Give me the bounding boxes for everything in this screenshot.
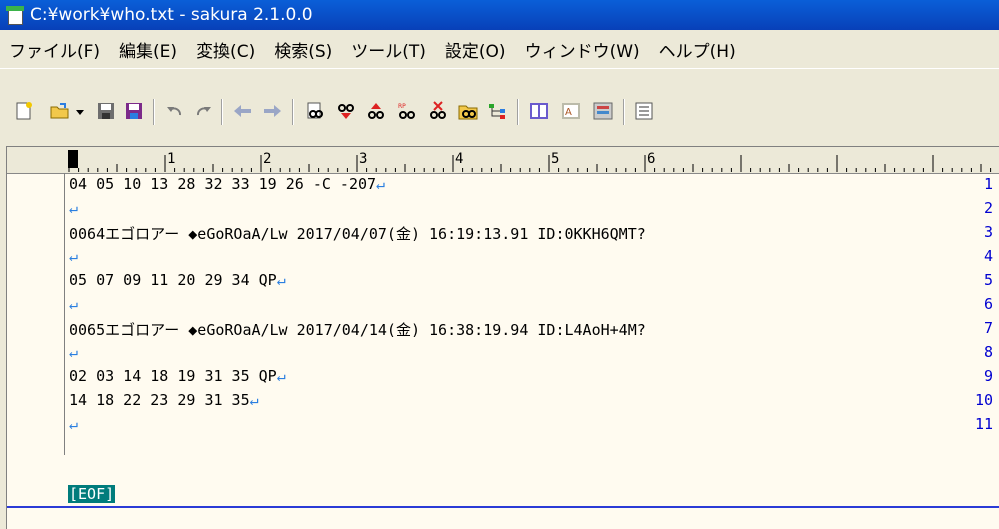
ruler-ticks: 1 2 3 4 5 6	[68, 151, 992, 172]
text-cursor	[68, 150, 78, 168]
save-icon[interactable]	[96, 101, 116, 121]
line-number: 2	[983, 199, 993, 217]
menu-edit[interactable]: 編集(E)	[109, 37, 186, 62]
text-line[interactable]: 0065エゴロアー ◆eGoROaA/Lw 2017/04/14(金) 16:3…	[69, 319, 646, 340]
properties-icon[interactable]	[634, 101, 654, 121]
ruler-label: 1	[167, 151, 175, 167]
line-number: 3	[983, 223, 993, 241]
compare-icon[interactable]	[529, 101, 549, 121]
line-text: 0065エゴロアー ◆eGoROaA/Lw 2017/04/14(金) 16:3…	[69, 321, 646, 339]
line-number: 5	[983, 271, 993, 289]
line-number: 1	[983, 175, 993, 193]
menu-bar: ファイル(F) 編集(E) 変換(C) 検索(S) ツール(T) 設定(O) ウ…	[0, 30, 999, 68]
gutter-divider	[64, 173, 65, 455]
menu-search[interactable]: 検索(S)	[264, 37, 341, 62]
newline-mark-icon: ↵	[276, 367, 286, 385]
toolbar-separator	[623, 99, 625, 125]
text-line[interactable]: 04 05 10 13 28 32 33 19 26 -C -207↵	[69, 175, 385, 193]
dropdown-arrow-icon[interactable]	[74, 101, 86, 121]
ruler: 1 2 3 4 5 6	[7, 147, 999, 174]
line-number: 6	[983, 295, 993, 313]
text-line[interactable]: ↵	[69, 415, 78, 433]
title-bar[interactable]: C:¥work¥who.txt - sakura 2.1.0.0	[0, 0, 999, 30]
undo-icon[interactable]	[165, 101, 185, 121]
line-number: 7	[983, 319, 993, 337]
toolbar-separator	[517, 99, 519, 125]
sakura-app-icon[interactable]	[6, 6, 24, 25]
newline-mark-icon: ↵	[276, 271, 286, 289]
toolbar-separator	[292, 99, 294, 125]
svg-text:A: A	[565, 107, 572, 118]
line-text: 0064エゴロアー ◆eGoROaA/Lw 2017/04/07(金) 16:1…	[69, 225, 646, 243]
clear-mark-icon[interactable]	[428, 101, 448, 121]
open-folder-icon[interactable]	[50, 101, 70, 121]
newline-mark-icon: ↵	[249, 391, 259, 409]
line-number: 10	[974, 391, 993, 409]
toolbar-separator	[221, 99, 223, 125]
search-next-icon[interactable]	[336, 101, 356, 121]
search-prev-icon[interactable]	[366, 101, 386, 121]
eof-marker: [EOF]	[68, 485, 116, 503]
line-text: 05 07 09 11 20 29 34 QP	[69, 271, 277, 289]
menu-settings[interactable]: 設定(O)	[435, 37, 515, 62]
line-number: 11	[974, 415, 993, 433]
line-text: 02 03 14 18 19 31 35 QP	[69, 367, 277, 385]
text-line[interactable]: 0064エゴロアー ◆eGoROaA/Lw 2017/04/07(金) 16:1…	[69, 223, 646, 244]
replace-icon[interactable]: RP	[397, 101, 417, 121]
text-line[interactable]: 05 07 09 11 20 29 34 QP↵	[69, 271, 286, 289]
newline-mark-icon: ↵	[69, 295, 79, 313]
text-line[interactable]: ↵	[69, 247, 78, 265]
font-settings-icon[interactable]: A	[561, 101, 581, 121]
new-file-icon[interactable]	[14, 101, 34, 121]
line-text: 14 18 22 23 29 31 35	[69, 391, 250, 409]
editor-area[interactable]: 1 2 3 4 5 6 1 04 05 10 13 28 32 33 19 26 -C -2…	[6, 146, 999, 529]
text-line[interactable]: ↵	[69, 343, 78, 361]
menu-convert[interactable]: 変換(C)	[186, 37, 264, 62]
ruler-label: 3	[359, 151, 367, 167]
menu-file[interactable]: ファイル(F)	[0, 37, 109, 62]
window-title: C:¥work¥who.txt - sakura 2.1.0.0	[30, 5, 313, 25]
text-line[interactable]: ↵	[69, 295, 78, 313]
newline-mark-icon: ↵	[69, 247, 79, 265]
jump-forward-icon[interactable]	[262, 101, 282, 121]
ruler-label: 5	[551, 151, 559, 167]
svg-text:RP: RP	[398, 103, 406, 110]
ruler-label: 4	[455, 151, 463, 167]
ruler-label: 2	[263, 151, 271, 167]
text-line[interactable]: 02 03 14 18 19 31 35 QP↵	[69, 367, 286, 385]
search-clipboard-icon[interactable]	[305, 101, 325, 121]
menu-window[interactable]: ウィンドウ(W)	[515, 37, 649, 62]
line-number: 9	[983, 367, 993, 385]
newline-mark-icon: ↵	[376, 175, 386, 193]
toolbar: RP A	[0, 68, 999, 147]
newline-mark-icon: ↵	[69, 199, 79, 217]
menu-help[interactable]: ヘルプ(H)	[649, 37, 745, 62]
newline-mark-icon: ↵	[69, 415, 79, 433]
menu-tools[interactable]: ツール(T)	[341, 37, 435, 62]
ruler-label: 6	[647, 151, 655, 167]
text-line[interactable]: ↵	[69, 199, 78, 217]
save-all-icon[interactable]	[124, 101, 144, 121]
line-text: 04 05 10 13 28 32 33 19 26 -C -207	[69, 175, 377, 193]
toolbar-separator	[153, 99, 155, 125]
text-line[interactable]: 14 18 22 23 29 31 35↵	[69, 391, 259, 409]
redo-icon[interactable]	[193, 101, 213, 121]
line-number: 4	[983, 247, 993, 265]
jump-back-icon[interactable]	[233, 101, 253, 121]
cursor-line-underline	[7, 506, 999, 508]
line-number: 8	[983, 343, 993, 361]
newline-mark-icon: ↵	[69, 343, 79, 361]
grep-icon[interactable]	[458, 101, 478, 121]
outline-icon[interactable]	[488, 101, 508, 121]
type-settings-icon[interactable]	[593, 101, 613, 121]
